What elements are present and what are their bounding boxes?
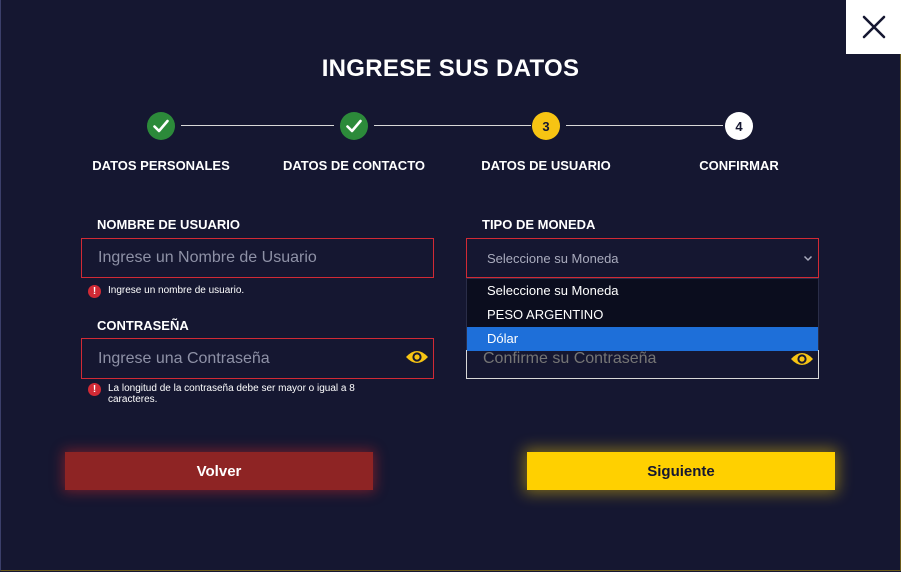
username-field-box (81, 238, 434, 278)
password-label: CONTRASEÑA (97, 318, 189, 333)
password-input[interactable] (82, 349, 433, 368)
password-error-text: La longitud de la contraseña debe ser ma… (108, 383, 355, 405)
step-2-indicator (340, 112, 368, 140)
currency-select[interactable]: Seleccione su Moneda (466, 238, 819, 278)
currency-option[interactable]: Seleccione su Moneda (467, 279, 818, 303)
step-label-confirm: CONFIRMAR (699, 158, 779, 173)
password-field-box (81, 338, 434, 379)
check-icon (153, 119, 169, 133)
confirm-password-input[interactable] (467, 350, 818, 368)
step-connector (566, 125, 723, 126)
chevron-down-icon (803, 255, 813, 262)
error-icon: ! (88, 383, 101, 396)
step-label-contact: DATOS DE CONTACTO (282, 158, 426, 173)
back-button[interactable]: Volver (65, 452, 373, 490)
step-connector (181, 125, 334, 126)
step-label-user: DATOS DE USUARIO (481, 158, 611, 173)
next-button[interactable]: Siguiente (527, 452, 835, 490)
username-error-text: Ingrese un nombre de usuario. (108, 285, 245, 296)
password-error: ! La longitud de la contraseña debe ser … (88, 383, 398, 405)
step-4-indicator: 4 (725, 112, 753, 140)
username-label: NOMBRE DE USUARIO (97, 217, 241, 232)
close-button[interactable] (846, 0, 901, 54)
close-icon (862, 15, 885, 39)
step-connector (374, 125, 531, 126)
currency-select-value: Seleccione su Moneda (487, 250, 619, 266)
currency-dropdown: Seleccione su Moneda PESO ARGENTINO Dóla… (466, 278, 819, 351)
modal-title: INGRESE SUS DATOS (321, 55, 580, 82)
eye-icon[interactable] (790, 350, 814, 368)
step-3-indicator: 3 (532, 112, 560, 140)
username-error: ! Ingrese un nombre de usuario. (88, 285, 428, 298)
currency-option-highlighted[interactable]: Dólar (467, 327, 818, 351)
eye-icon[interactable] (405, 348, 429, 366)
currency-label: TIPO DE MONEDA (482, 217, 596, 232)
step-label-personal: DATOS PERSONALES (92, 158, 230, 173)
username-input[interactable] (82, 249, 433, 267)
step-1-indicator (147, 112, 175, 140)
currency-option[interactable]: PESO ARGENTINO (467, 303, 818, 327)
check-icon (346, 119, 362, 133)
error-icon: ! (88, 285, 101, 298)
